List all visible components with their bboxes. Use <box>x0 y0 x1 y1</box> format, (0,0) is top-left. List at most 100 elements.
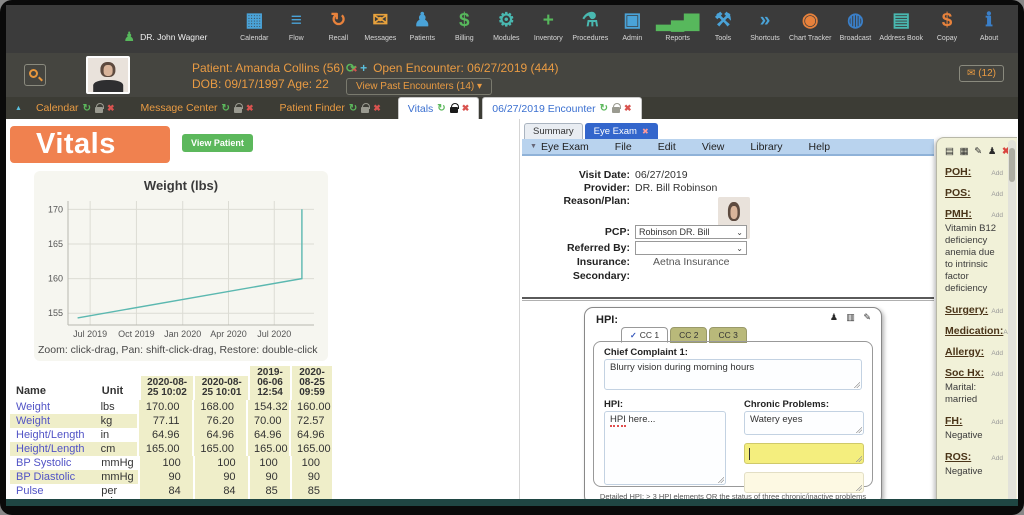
records-stack-icon[interactable]: ▦ <box>960 146 969 157</box>
toolbar-button[interactable]: $ Copay <box>926 8 968 43</box>
tab-lock-icon[interactable] <box>450 107 458 113</box>
toolbar-button[interactable]: ⚗ Procedures <box>569 8 611 43</box>
vital-name-link[interactable]: Height/Length <box>10 442 95 456</box>
tab-close-icon[interactable]: ✖ <box>462 103 470 114</box>
menu-filter-icon[interactable]: ▼ <box>522 143 541 150</box>
tab-refresh-icon[interactable]: ↻ <box>222 103 230 114</box>
history-add-link[interactable]: Add <box>991 308 1003 315</box>
vital-name-link[interactable]: Weight <box>10 400 95 414</box>
menu-item[interactable]: Library <box>750 141 782 153</box>
tab-close-icon[interactable]: ✖ <box>246 103 254 114</box>
tab-close-icon[interactable]: ✖ <box>107 103 115 114</box>
tab-refresh-icon[interactable]: ↻ <box>600 103 608 114</box>
toolbar-button[interactable]: ≡ Flow <box>275 8 317 43</box>
tab-refresh-icon[interactable]: ↻ <box>83 103 91 114</box>
document-icon[interactable]: ▤ <box>945 146 954 157</box>
toolbar-button-label: Inventory <box>530 34 566 43</box>
tab-close-icon[interactable]: ✖ <box>624 103 632 114</box>
edit-pencil-icon[interactable]: ✎ <box>974 146 982 157</box>
toolbar-button[interactable]: ⚙ Modules <box>485 8 527 43</box>
trash-icon[interactable]: ▥ <box>846 312 855 322</box>
history-add-link[interactable]: Add <box>991 371 1003 378</box>
history-add-link[interactable]: Add <box>991 350 1003 357</box>
history-section-label[interactable]: Medication: <box>945 325 1003 337</box>
history-section-label[interactable]: PMH: <box>945 208 972 220</box>
history-section-label[interactable]: POS: <box>945 187 971 199</box>
toolbar-button[interactable]: ℹ About <box>968 8 1010 43</box>
toolbar-button[interactable]: $ Billing <box>443 8 485 43</box>
history-add-link[interactable]: Add <box>991 212 1003 219</box>
patient-photo[interactable] <box>86 56 130 94</box>
menu-item[interactable]: Edit <box>658 141 676 153</box>
history-section-label[interactable]: FH: <box>945 415 963 427</box>
chronic-problems-textarea[interactable]: Watery eyes <box>744 411 864 435</box>
encounter-tab[interactable]: Summary ✖ <box>524 123 583 139</box>
toolbar-button[interactable]: ◍ Broadcast <box>834 8 876 43</box>
sidebar-scrollbar[interactable] <box>1008 140 1016 503</box>
history-section-label[interactable]: Soc Hx: <box>945 367 984 379</box>
workspace-tab[interactable]: Patient Finder ↻ ✖ <box>270 97 389 119</box>
menu-title[interactable]: Eye Exam <box>541 141 589 153</box>
tab-refresh-icon[interactable]: ↻ <box>349 103 357 114</box>
referred-by-select[interactable]: ⌄ <box>635 241 747 255</box>
workspace-tab[interactable]: 06/27/2019 Encounter ↻ ✖ <box>482 97 641 119</box>
toolbar-button[interactable]: ◉ Chart Tracker <box>786 8 834 43</box>
toolbar-button[interactable]: ✉ Messages <box>359 8 401 43</box>
history-section-label[interactable]: POH: <box>945 166 971 178</box>
history-section-label[interactable]: Allergy: <box>945 346 984 358</box>
toolbar-button[interactable]: ♟ Patients <box>401 8 443 43</box>
refresh-encounter-icon[interactable]: ⟳ <box>346 61 356 75</box>
history-add-link[interactable]: Add <box>991 170 1003 177</box>
history-add-link[interactable]: Add <box>991 455 1003 462</box>
toolbar-button[interactable]: ▤ Address Book <box>876 8 926 43</box>
export-person-icon[interactable]: ♟ <box>988 146 997 157</box>
encounter-tab[interactable]: Eye Exam ✖ <box>585 123 658 139</box>
chronic-problems-textarea-2[interactable] <box>744 443 864 464</box>
tab-scroll-icon[interactable]: ▲ <box>10 105 27 112</box>
menu-item[interactable]: Help <box>809 141 831 153</box>
workspace-tab[interactable]: Vitals ↻ ✖ <box>398 97 479 119</box>
tab-lock-icon[interactable] <box>95 107 103 113</box>
chief-complaint-textarea[interactable]: Blurry vision during morning hours <box>604 359 862 390</box>
workspace-tab[interactable]: Message Center ↻ ✖ <box>132 97 263 119</box>
assign-icon[interactable]: ♟ <box>830 312 838 322</box>
toolbar-button[interactable]: ⚒ Tools <box>702 8 744 43</box>
history-add-link[interactable]: Add <box>991 419 1003 426</box>
toolbar-button[interactable]: ▦ Calendar <box>233 8 275 43</box>
vital-name-link[interactable]: Height/Length <box>10 428 95 442</box>
view-past-encounters-button[interactable]: View Past Encounters (14) ▾ <box>346 78 492 95</box>
messages-count-button[interactable]: ✉ (12) <box>959 65 1004 82</box>
menu-item[interactable]: File <box>615 141 632 153</box>
history-section-label[interactable]: ROS: <box>945 451 971 463</box>
toolbar-button[interactable]: ▣ Admin <box>611 8 653 43</box>
view-patient-button[interactable]: View Patient <box>182 134 253 152</box>
encounter-tab-close-icon[interactable]: ✖ <box>642 127 649 136</box>
toolbar-button[interactable]: + Inventory <box>527 8 569 43</box>
vital-name-link[interactable]: BP Diastolic <box>10 470 95 484</box>
patient-search-button[interactable] <box>24 64 46 86</box>
history-section-content: Negative <box>945 466 1003 478</box>
toolbar-button[interactable]: ▂▄▆ Reports <box>653 8 702 43</box>
logged-in-user[interactable]: ♟ DR. John Wagner <box>123 30 233 43</box>
tab-lock-icon[interactable] <box>234 107 242 113</box>
history-add-link[interactable]: Add <box>991 191 1003 198</box>
history-section-label[interactable]: Surgery: <box>945 304 988 316</box>
scrollbar-thumb[interactable] <box>1009 148 1015 182</box>
hpi-textarea[interactable]: HPI here... <box>604 411 726 485</box>
tab-refresh-icon[interactable]: ↻ <box>437 103 445 114</box>
pcp-select[interactable]: Robinson DR. Bill⌄ <box>635 225 747 239</box>
tab-lock-icon[interactable] <box>361 107 369 113</box>
col-header-date2: 2020-08-25 10:01 <box>193 376 248 400</box>
add-encounter-icon[interactable]: + <box>360 61 367 75</box>
vital-name-link[interactable]: Weight <box>10 414 95 428</box>
menu-item[interactable]: View <box>702 141 725 153</box>
workspace-tab[interactable]: Calendar ↻ ✖ <box>27 97 124 119</box>
chronic-problems-textarea-3[interactable] <box>744 472 864 493</box>
weight-line-chart[interactable]: 155160165170Jul 2019Oct 2019Jan 2020Apr … <box>38 195 324 343</box>
toolbar-button[interactable]: » Shortcuts <box>744 8 786 43</box>
vital-name-link[interactable]: BP Systolic <box>10 456 95 470</box>
edit-pencil-icon[interactable]: ✎ <box>863 312 871 322</box>
tab-close-icon[interactable]: ✖ <box>373 103 381 114</box>
tab-lock-icon[interactable] <box>612 107 620 113</box>
toolbar-button[interactable]: ↻ Recall <box>317 8 359 43</box>
